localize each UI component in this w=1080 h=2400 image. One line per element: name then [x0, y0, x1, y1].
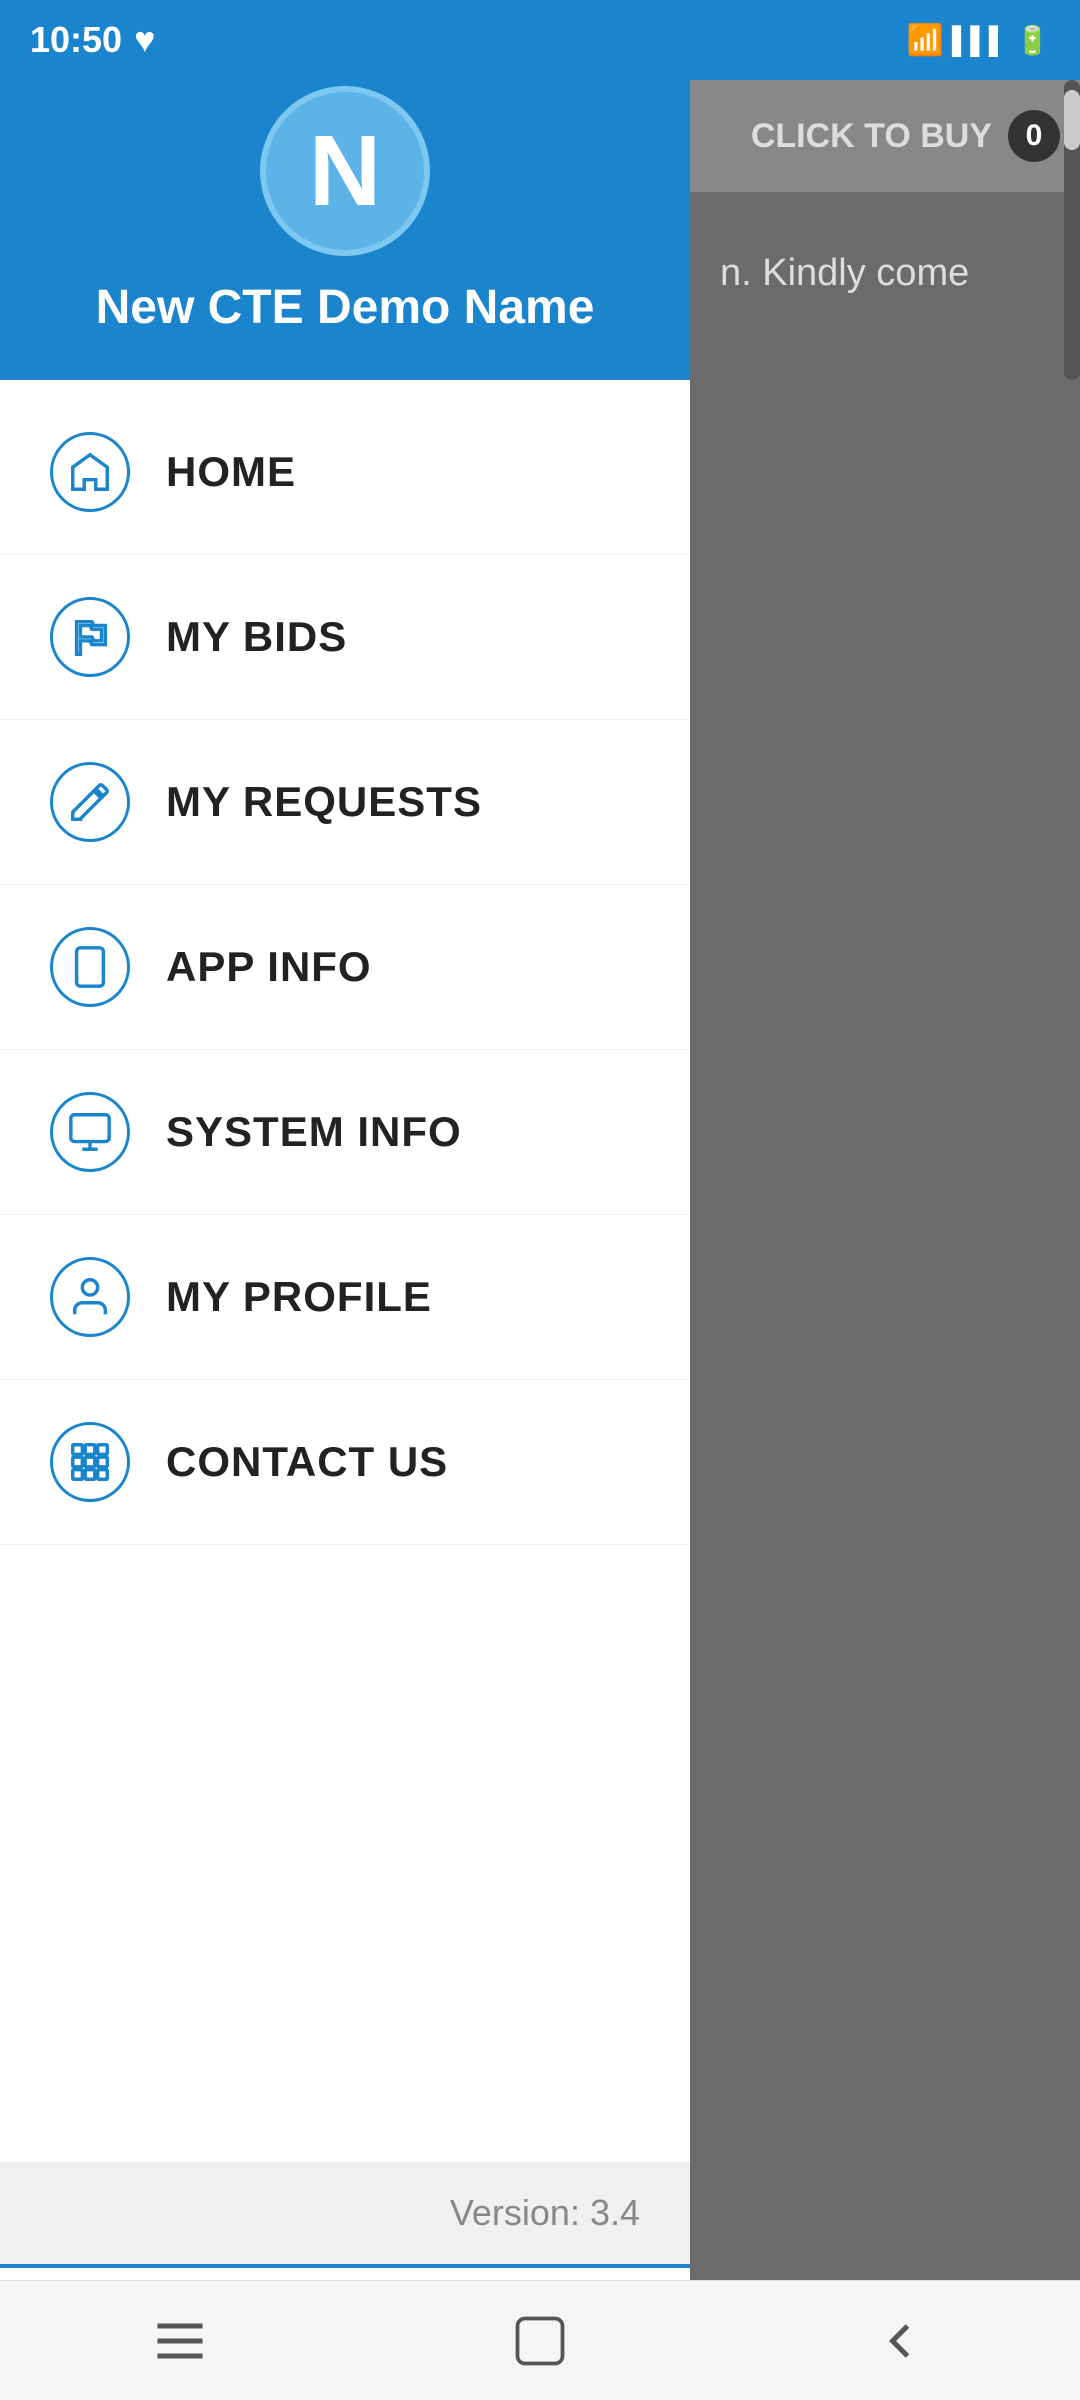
sidebar-item-label-requests: MY REQUESTS	[166, 778, 482, 826]
sidebar-item-my-requests[interactable]: MY REQUESTS	[0, 720, 690, 885]
status-icons-area: 📶 ▌▌▌ 🔋	[907, 23, 1051, 58]
version-text: Version: 3.4	[450, 2192, 640, 2233]
avatar: N	[260, 86, 430, 256]
systeminfo-icon-wrap	[50, 1092, 130, 1172]
sidebar-item-home[interactable]: HOME	[0, 390, 690, 555]
sidebar-item-label-systeminfo: SYSTEM INFO	[166, 1108, 462, 1156]
sidebar-item-label-appinfo: APP INFO	[166, 943, 372, 991]
sidebar-item-my-bids[interactable]: MY BIDS	[0, 555, 690, 720]
sidebar-item-contact-us[interactable]: CONTACT US	[0, 1380, 690, 1545]
phone-grid-icon	[67, 1439, 113, 1485]
battery-icon: 🔋	[1015, 24, 1050, 57]
status-bar: 10:50 ♥ 📶 ▌▌▌ 🔋	[0, 0, 1080, 80]
drawer-menu: HOME MY BIDS MY REQUESTS	[0, 380, 690, 2162]
version-area: Version: 3.4	[0, 2162, 690, 2264]
user-name: New CTE Demo Name	[96, 280, 595, 335]
appinfo-icon-wrap	[50, 927, 130, 1007]
sidebar-item-label-contactus: CONTACT US	[166, 1438, 448, 1486]
sidebar-item-label-bids: MY BIDS	[166, 613, 347, 661]
signal-icon: ▌▌▌	[952, 25, 1007, 56]
smartphone-icon	[67, 944, 113, 990]
home-icon-wrap	[50, 432, 130, 512]
sidebar-item-label-home: HOME	[166, 448, 296, 496]
bids-icon-wrap	[50, 597, 130, 677]
nav-home-button[interactable]	[490, 2301, 590, 2381]
right-body-content: n. Kindly come	[690, 192, 1080, 355]
sidebar-item-system-info[interactable]: SYSTEM INFO	[0, 1050, 690, 1215]
sidebar-item-label-profile: MY PROFILE	[166, 1273, 432, 1321]
sidebar-item-my-profile[interactable]: MY PROFILE	[0, 1215, 690, 1380]
requests-icon-wrap	[50, 762, 130, 842]
home-icon	[67, 449, 113, 495]
right-panel-partial: 🔍 CLICK TO BUY 0 n. Kindly come	[690, 0, 1080, 2280]
edit-icon	[67, 779, 113, 825]
navigation-drawer: N New CTE Demo Name HOME MY BIDS	[0, 0, 690, 2400]
scrollbar-thumb[interactable]	[1064, 90, 1080, 150]
wifi-icon: 📶	[907, 23, 944, 58]
contactus-icon-wrap	[50, 1422, 130, 1502]
click-to-buy-label: CLICK TO BUY	[751, 117, 992, 156]
user-icon	[67, 1274, 113, 1320]
gavel-icon	[67, 614, 113, 660]
nav-back-button[interactable]	[850, 2301, 950, 2381]
monitor-icon	[67, 1109, 113, 1155]
heart-icon: ♥	[134, 19, 155, 61]
buy-count-badge: 0	[1008, 110, 1060, 162]
profile-icon-wrap	[50, 1257, 130, 1337]
sidebar-item-app-info[interactable]: APP INFO	[0, 885, 690, 1050]
click-to-buy-bar[interactable]: CLICK TO BUY 0	[690, 80, 1080, 192]
nav-menu-button[interactable]	[130, 2301, 230, 2381]
scrollbar-track[interactable]	[1064, 80, 1080, 380]
avatar-letter: N	[309, 121, 381, 221]
status-time-area: 10:50 ♥	[30, 19, 155, 61]
bottom-nav-bar	[0, 2280, 1080, 2400]
clock-time: 10:50	[30, 19, 122, 61]
right-body-text: n. Kindly come	[720, 252, 969, 294]
